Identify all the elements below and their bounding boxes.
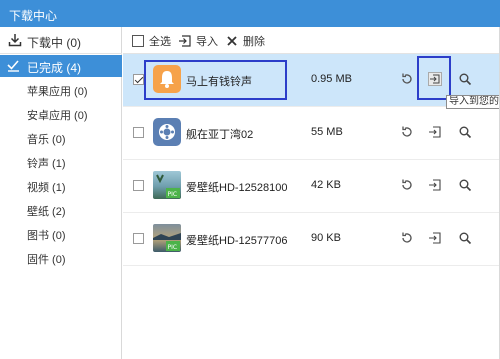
file-row[interactable]: 舰在亚丁湾02 55 MB <box>123 107 500 160</box>
video-app-icon <box>153 118 181 146</box>
search-icon[interactable] <box>458 72 472 86</box>
row-checkbox[interactable] <box>133 180 144 191</box>
select-all-label: 全选 <box>149 36 171 48</box>
search-icon[interactable] <box>458 231 472 245</box>
file-name: 舰在亚丁湾02 <box>186 129 254 141</box>
row-checkbox[interactable] <box>133 127 144 138</box>
import-icon <box>179 35 191 47</box>
redownload-icon[interactable] <box>400 178 414 192</box>
file-size: 90 KB <box>311 232 341 244</box>
file-size: 55 MB <box>311 126 343 138</box>
sidebar-item-label: 已完成 (4) <box>27 61 82 75</box>
window-title: 下载中心 <box>9 9 58 23</box>
sidebar-item-android-apps[interactable]: 安卓应用 (0) <box>27 107 88 123</box>
import-to-device-icon[interactable] <box>428 125 442 139</box>
title-bar: 下载中心 <box>0 0 500 27</box>
svg-text:PIC: PIC <box>168 244 178 251</box>
import-to-device-icon[interactable] <box>428 178 442 192</box>
search-icon[interactable] <box>458 178 472 192</box>
file-row[interactable]: PIC 爱壁纸HD-12528100 42 KB <box>123 160 500 213</box>
file-size: 42 KB <box>311 179 341 191</box>
wallpaper-pic-icon: PIC <box>153 224 181 252</box>
import-label: 导入 <box>196 36 218 48</box>
import-tooltip: 导入到您的设 <box>446 95 500 109</box>
file-size: 0.95 MB <box>311 73 352 85</box>
delete-label: 删除 <box>243 36 265 48</box>
redownload-icon[interactable] <box>400 72 414 86</box>
file-name: 爱壁纸HD-12577706 <box>186 235 288 247</box>
wallpaper-pic-icon: PIC <box>153 171 181 199</box>
file-name: 爱壁纸HD-12528100 <box>186 182 288 194</box>
sidebar-item-music[interactable]: 音乐 (0) <box>27 131 66 147</box>
svg-text:PIC: PIC <box>168 191 178 198</box>
sidebar-item-firmware[interactable]: 固件 (0) <box>27 251 66 267</box>
download-icon <box>8 34 22 47</box>
file-row[interactable]: PIC 爱壁纸HD-12577706 90 KB <box>123 213 500 266</box>
sidebar-item-label: 下载中 (0) <box>27 36 82 50</box>
highlight-box-import <box>417 56 451 100</box>
toolbar: 全选 导入 删除 <box>123 27 500 54</box>
sidebar: 下载中 (0) 已完成 (4) 苹果应用 (0) 安卓应用 (0) 音乐 (0)… <box>0 27 122 359</box>
sidebar-item-books[interactable]: 图书 (0) <box>27 227 66 243</box>
sidebar-item-downloading[interactable]: 下载中 (0) <box>0 27 122 54</box>
sidebar-item-apple-apps[interactable]: 苹果应用 (0) <box>27 83 88 99</box>
select-all-button[interactable]: 全选 <box>132 33 171 49</box>
sidebar-item-wallpapers[interactable]: 壁纸 (2) <box>27 203 66 219</box>
sidebar-item-ringtones[interactable]: 铃声 (1) <box>27 155 66 171</box>
delete-button[interactable]: 删除 <box>226 33 265 49</box>
import-button[interactable]: 导入 <box>179 33 218 49</box>
sidebar-item-completed[interactable]: 已完成 (4) <box>0 55 122 77</box>
sidebar-item-videos[interactable]: 视频 (1) <box>27 179 66 195</box>
redownload-icon[interactable] <box>400 125 414 139</box>
row-checkbox[interactable] <box>133 74 144 85</box>
completed-check-icon <box>7 60 19 72</box>
delete-x-icon <box>227 36 237 46</box>
highlight-box-filename <box>144 60 287 100</box>
checkbox-icon <box>132 35 144 47</box>
search-icon[interactable] <box>458 125 472 139</box>
row-checkbox[interactable] <box>133 233 144 244</box>
import-to-device-icon[interactable] <box>428 231 442 245</box>
redownload-icon[interactable] <box>400 231 414 245</box>
